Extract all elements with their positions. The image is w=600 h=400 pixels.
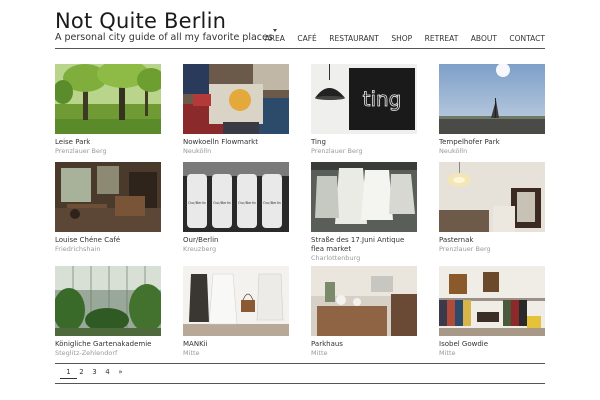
- ting-sign-text: ting: [363, 87, 402, 111]
- place-title[interactable]: MANKii: [183, 340, 289, 349]
- place-title[interactable]: Nowkoelln Flowmarkt: [183, 138, 289, 147]
- place-area: Mitte: [183, 349, 200, 357]
- place-area: Prenzlauer Berg: [439, 245, 491, 253]
- pagination-top-divider: [55, 363, 545, 364]
- main-nav: AREA CAFÉ RESTAURANT SHOP RETREAT ABOUT …: [252, 29, 545, 43]
- place-title[interactable]: Ting: [311, 138, 417, 147]
- place-photo[interactable]: [311, 266, 417, 336]
- place-area: Steglitz-Zehlendorf: [55, 349, 118, 357]
- place-area: Prenzlauer Berg: [311, 147, 363, 155]
- place-card-koenigliche-gartenakademie[interactable]: Königliche Gartenakademie Steglitz-Zehle…: [55, 266, 161, 358]
- place-photo[interactable]: [55, 266, 161, 336]
- place-title[interactable]: Leise Park: [55, 138, 161, 147]
- place-card-mankii[interactable]: MANKii Mitte: [183, 266, 289, 358]
- next-page-link[interactable]: »: [114, 368, 127, 376]
- nav-item-about[interactable]: ABOUT: [471, 34, 497, 43]
- nav-item-contact[interactable]: CONTACT: [509, 34, 545, 43]
- site-header: Not Quite Berlin A personal city guide o…: [55, 0, 545, 50]
- place-card-louise-chene-cafe[interactable]: Louise Chéne Café Friedrichshain: [55, 162, 161, 254]
- place-area: Mitte: [311, 349, 328, 357]
- place-area: Neukölln: [439, 147, 468, 155]
- place-area: Friedrichshain: [55, 245, 101, 253]
- place-area: Neukölln: [183, 147, 212, 155]
- place-photo[interactable]: ting: [311, 64, 417, 134]
- place-title[interactable]: Our/Berlin: [183, 236, 289, 245]
- place-card-our-berlin[interactable]: Our/Berlin Our/Berlin Our/Berlin Our/Ber…: [183, 162, 289, 254]
- place-photo[interactable]: [55, 162, 161, 232]
- place-area: Charlottenburg: [311, 254, 361, 262]
- place-photo[interactable]: [55, 64, 161, 134]
- bottle-label: Our/Berlin: [213, 201, 231, 205]
- place-title[interactable]: Louise Chéne Café: [55, 236, 161, 245]
- nav-item-area[interactable]: AREA: [265, 29, 285, 43]
- place-title[interactable]: Tempelhofer Park: [439, 138, 545, 147]
- page-link-2[interactable]: 2: [75, 368, 88, 376]
- bottle-label: Our/Berlin: [238, 201, 256, 205]
- pagination-bottom-divider: [55, 383, 545, 384]
- place-area: Mitte: [439, 349, 456, 357]
- nav-item-shop[interactable]: SHOP: [391, 34, 412, 43]
- place-photo[interactable]: [183, 64, 289, 134]
- place-card-strasse-des-17-juni[interactable]: Straße des 17.Juni Antique flea market C…: [311, 162, 417, 263]
- place-card-ting[interactable]: ting Ting Prenzlauer Berg: [311, 64, 417, 156]
- nav-item-cafe[interactable]: CAFÉ: [297, 34, 316, 43]
- site-title[interactable]: Not Quite Berlin: [55, 9, 226, 33]
- place-card-nowkoelln-flowmarkt[interactable]: Nowkoelln Flowmarkt Neukölln: [183, 64, 289, 156]
- place-title[interactable]: Straße des 17.Juni Antique flea market: [311, 236, 417, 254]
- bottle-label: Our/Berlin: [188, 201, 206, 205]
- place-title[interactable]: Königliche Gartenakademie: [55, 340, 161, 349]
- place-card-leise-park[interactable]: Leise Park Prenzlauer Berg: [55, 64, 161, 156]
- page-link-3[interactable]: 3: [88, 368, 101, 376]
- place-photo[interactable]: [311, 162, 417, 232]
- place-photo[interactable]: [439, 162, 545, 232]
- place-card-tempelhofer-park[interactable]: Tempelhofer Park Neukölln: [439, 64, 545, 156]
- site-tagline: A personal city guide of all my favorite…: [55, 32, 273, 43]
- place-photo[interactable]: [439, 266, 545, 336]
- page-link-1[interactable]: 1: [60, 368, 77, 379]
- place-area: Kreuzberg: [183, 245, 217, 253]
- place-area: Prenzlauer Berg: [55, 147, 107, 155]
- nav-item-retreat[interactable]: RETREAT: [425, 34, 459, 43]
- bottle-label: Our/Berlin: [263, 201, 281, 205]
- nav-item-restaurant[interactable]: RESTAURANT: [329, 34, 379, 43]
- place-photo[interactable]: [183, 266, 289, 336]
- page-link-4[interactable]: 4: [101, 368, 114, 376]
- place-card-isobel-gowdie[interactable]: Isobel Gowdie Mitte: [439, 266, 545, 358]
- place-title[interactable]: Parkhaus: [311, 340, 417, 349]
- place-photo[interactable]: [439, 64, 545, 134]
- place-title[interactable]: Isobel Gowdie: [439, 340, 545, 349]
- pagination: 1 2 3 4 »: [60, 368, 127, 379]
- place-card-pasternak[interactable]: Pasternak Prenzlauer Berg: [439, 162, 545, 254]
- place-card-parkhaus[interactable]: Parkhaus Mitte: [311, 266, 417, 358]
- place-photo[interactable]: Our/Berlin Our/Berlin Our/Berlin Our/Ber…: [183, 162, 289, 232]
- header-divider: [55, 48, 545, 49]
- place-title[interactable]: Pasternak: [439, 236, 545, 245]
